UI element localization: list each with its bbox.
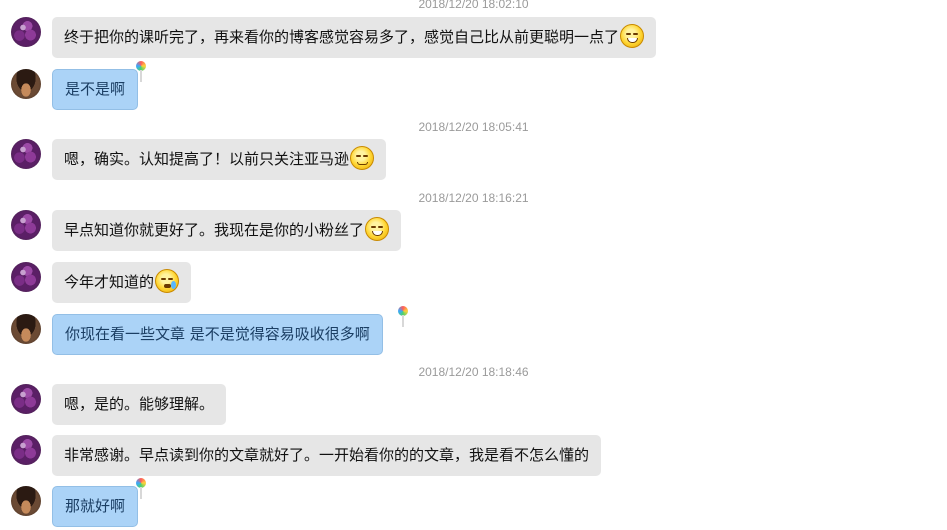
message-text: 非常感谢。早点读到你的文章就好了。一开始看你的的文章，我是看不怎么懂的 bbox=[64, 446, 590, 464]
message-text: 终于把你的课听完了，再来看你的博客感觉容易多了，感觉自己比从前更聪明一点了 bbox=[64, 28, 620, 46]
message-text: 早点知道你就更好了。我现在是你的小粉丝了 bbox=[64, 221, 365, 239]
message-bubble[interactable]: 是不是啊 bbox=[52, 69, 139, 110]
message-text: 是不是啊 bbox=[65, 80, 126, 98]
message-bubble[interactable]: 非常感谢。早点读到你的文章就好了。一开始看你的的文章，我是看不怎么懂的 bbox=[52, 435, 602, 476]
message-bubble[interactable]: 早点知道你就更好了。我现在是你的小粉丝了 bbox=[52, 210, 402, 251]
pinwheel-decoration-icon bbox=[135, 61, 147, 83]
timestamp: 2018/12/20 18:02:10 bbox=[418, 0, 529, 11]
pinwheel-decoration-icon bbox=[397, 306, 409, 328]
smug-face-icon bbox=[350, 145, 375, 170]
timestamp: 2018/12/20 18:18:46 bbox=[418, 365, 529, 379]
user-avatar[interactable] bbox=[11, 486, 41, 516]
message-text: 那就好啊 bbox=[65, 497, 126, 515]
message-bubble[interactable]: 那就好啊 bbox=[52, 486, 139, 527]
message-text: 嗯，确实。认知提高了！以前只关注亚马逊 bbox=[64, 150, 350, 168]
message-text: 你现在看一些文章 是不是觉得容易吸收很多啊 bbox=[65, 325, 370, 343]
timestamp: 2018/12/20 18:05:41 bbox=[418, 120, 529, 134]
message-row-incoming: 终于把你的课听完了，再来看你的博客感觉容易多了，感觉自己比从前更聪明一点了 bbox=[0, 17, 947, 61]
message-row-incoming: 嗯，是的。能够理解。 bbox=[0, 384, 947, 428]
contact-avatar[interactable] bbox=[11, 384, 41, 414]
message-bubble[interactable]: 今年才知道的 bbox=[52, 262, 192, 303]
contact-avatar[interactable] bbox=[11, 210, 41, 240]
contact-avatar[interactable] bbox=[11, 262, 41, 292]
contact-avatar[interactable] bbox=[11, 435, 41, 465]
contact-avatar[interactable] bbox=[11, 139, 41, 169]
grin-icon bbox=[365, 216, 390, 241]
pinwheel-decoration-icon bbox=[135, 478, 147, 500]
grin-icon bbox=[620, 23, 645, 48]
timestamp: 2018/12/20 18:16:21 bbox=[418, 191, 529, 205]
message-bubble[interactable]: 你现在看一些文章 是不是觉得容易吸收很多啊 bbox=[52, 314, 383, 355]
user-avatar[interactable] bbox=[11, 314, 41, 344]
message-row-outgoing: 那就好啊 bbox=[0, 478, 947, 530]
message-text: 今年才知道的 bbox=[64, 273, 155, 291]
message-text: 嗯，是的。能够理解。 bbox=[64, 395, 215, 413]
message-row-incoming: 非常感谢。早点读到你的文章就好了。一开始看你的的文章，我是看不怎么懂的 bbox=[0, 435, 947, 479]
message-bubble[interactable]: 终于把你的课听完了，再来看你的博客感觉容易多了，感觉自己比从前更聪明一点了 bbox=[52, 17, 657, 58]
message-row-incoming: 早点知道你就更好了。我现在是你的小粉丝了 bbox=[0, 210, 947, 254]
message-bubble[interactable]: 嗯，是的。能够理解。 bbox=[52, 384, 227, 425]
chat-history: 2018/12/20 18:02:10 终于把你的课听完了，再来看你的博客感觉容… bbox=[0, 0, 947, 530]
user-avatar[interactable] bbox=[11, 69, 41, 99]
contact-avatar[interactable] bbox=[11, 17, 41, 47]
message-bubble[interactable]: 嗯，确实。认知提高了！以前只关注亚马逊 bbox=[52, 139, 387, 180]
crying-face-icon bbox=[155, 268, 180, 293]
message-row-outgoing: 是不是啊 bbox=[0, 61, 947, 113]
message-row-incoming: 今年才知道的 bbox=[0, 262, 947, 306]
message-row-outgoing: 你现在看一些文章 是不是觉得容易吸收很多啊 bbox=[0, 306, 947, 358]
message-row-incoming: 嗯，确实。认知提高了！以前只关注亚马逊 bbox=[0, 139, 947, 183]
